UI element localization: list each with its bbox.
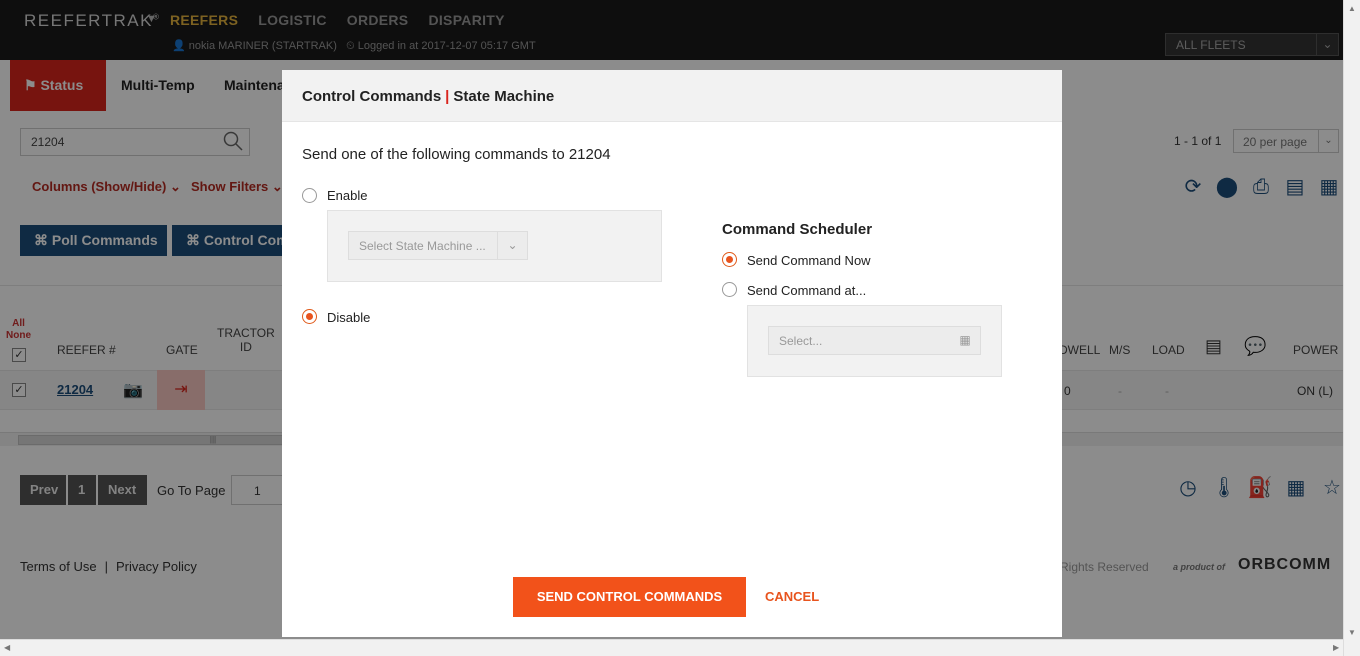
scroll-down-icon[interactable]: ▼ (1348, 628, 1356, 637)
modal-prompt: Send one of the following commands to 21… (302, 146, 611, 163)
vertical-scrollbar[interactable]: ▲ ▼ (1343, 0, 1360, 656)
send-at-label[interactable]: Send Command at... (747, 283, 866, 298)
disable-radio[interactable] (302, 309, 317, 324)
scroll-left-icon[interactable]: ◀ (4, 643, 10, 652)
scheduler-title: Command Scheduler (722, 221, 873, 238)
state-machine-placeholder: Select State Machine ... (359, 239, 486, 253)
scroll-right-icon[interactable]: ▶ (1333, 643, 1339, 652)
disable-label[interactable]: Disable (327, 310, 370, 325)
enable-radio[interactable] (302, 188, 317, 203)
calendar-icon[interactable]: ▦ (950, 327, 980, 354)
send-now-radio[interactable] (722, 252, 737, 267)
schedule-date-input[interactable]: Select... ▦ (768, 326, 981, 355)
cancel-button[interactable]: CANCEL (765, 589, 819, 604)
send-control-commands-button[interactable]: SEND CONTROL COMMANDS (513, 577, 746, 617)
control-commands-modal: Control Commands | State Machine Send one … (282, 70, 1062, 637)
send-at-radio[interactable] (722, 282, 737, 297)
modal-title: Control Commands | State Machine (282, 70, 1062, 122)
modal-title-sub: State Machine (453, 88, 555, 105)
chevron-down-icon: ⌄ (497, 232, 527, 259)
enable-label[interactable]: Enable (327, 188, 367, 203)
modal-title-main: Control Commands (302, 88, 442, 105)
modal-title-sep: | (445, 88, 450, 105)
bottom-scrollbar[interactable]: ◀ ▶ (0, 639, 1343, 656)
state-machine-select[interactable]: Select State Machine ... ⌄ (348, 231, 528, 260)
scroll-up-icon[interactable]: ▲ (1348, 4, 1356, 13)
send-now-label[interactable]: Send Command Now (747, 253, 871, 268)
date-placeholder: Select... (779, 334, 823, 348)
